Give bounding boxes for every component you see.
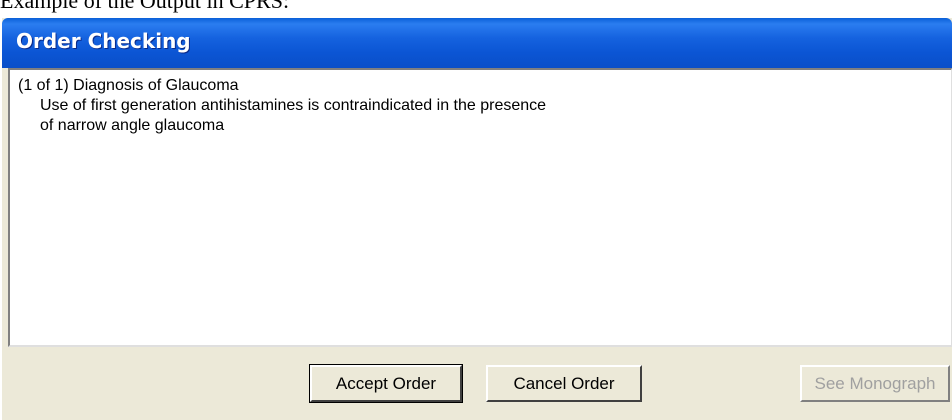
see-monograph-button: See Monograph (800, 365, 950, 402)
dialog-title: Order Checking (16, 29, 191, 53)
message-line: of narrow angle glaucoma (40, 117, 225, 134)
order-check-message-box[interactable]: (1 of 1) Diagnosis of Glaucoma Use of fi… (8, 68, 952, 347)
order-checking-dialog: Order Checking (1 of 1) Diagnosis of Gla… (2, 18, 952, 420)
accept-order-button[interactable]: Accept Order (309, 364, 463, 403)
message-line: Use of first generation antihistamines i… (40, 97, 547, 114)
message-header: (1 of 1) Diagnosis of Glaucoma (18, 77, 239, 94)
order-check-message: (1 of 1) Diagnosis of Glaucoma Use of fi… (18, 76, 546, 136)
cancel-order-button[interactable]: Cancel Order (486, 365, 642, 402)
page-caption: Example of the Output in CPRS: (0, 0, 290, 13)
button-bar: Accept Order Cancel Order See Monograph (2, 348, 952, 420)
title-bar[interactable]: Order Checking (2, 18, 952, 68)
